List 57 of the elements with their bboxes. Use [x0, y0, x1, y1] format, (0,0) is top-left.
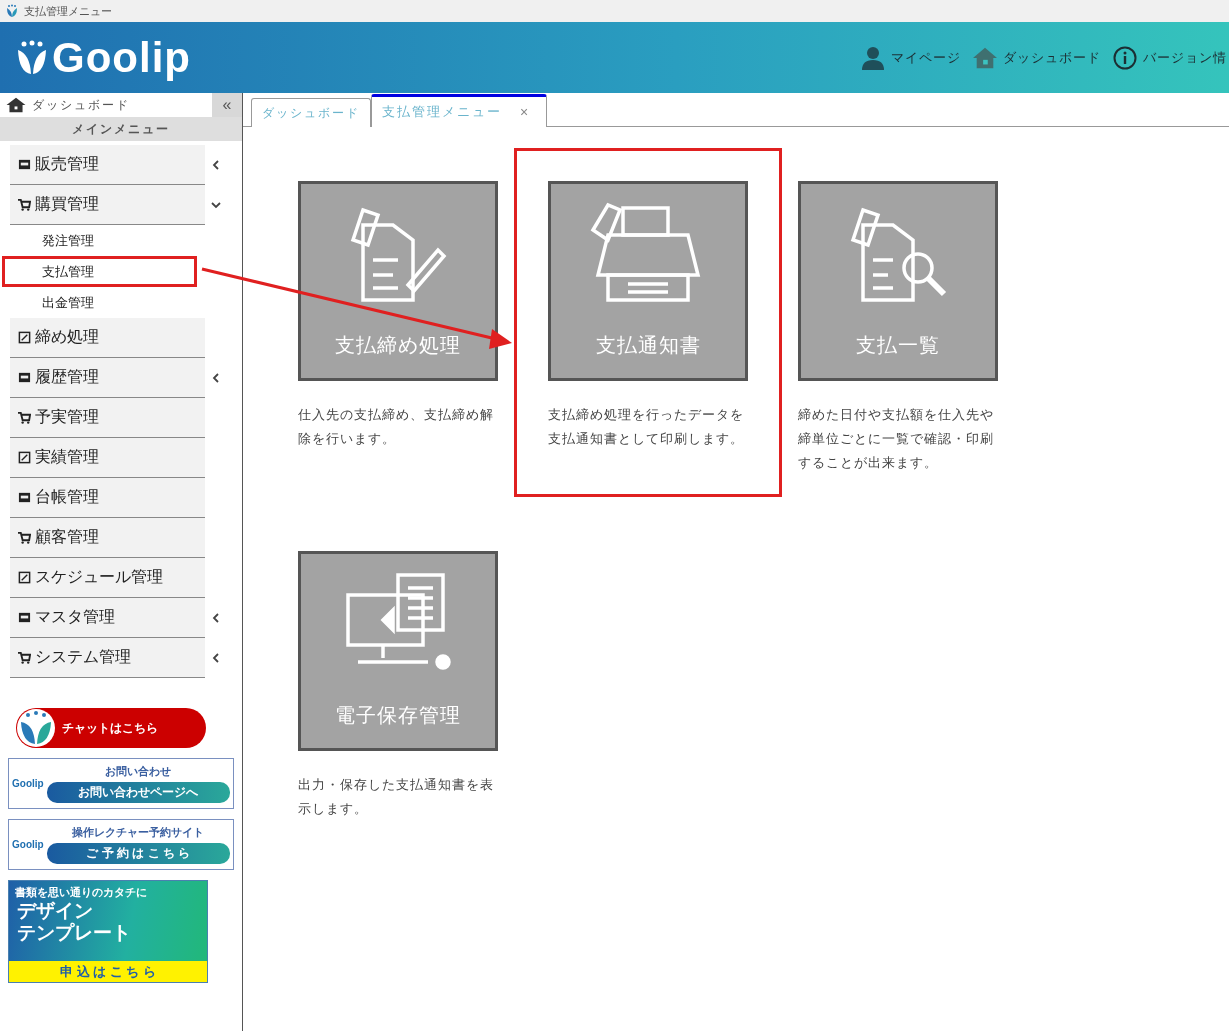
banner-tagline: 書類を思い通りのカタチに — [14, 885, 148, 900]
tile-description: 出力・保存した支払通知書を表示します。 — [298, 776, 495, 818]
menu-item[interactable]: 販売管理 — [10, 145, 205, 185]
menu-item[interactable]: 購買管理 — [10, 185, 205, 225]
banner-link-button[interactable]: ご 予 約 は こ ち ら — [46, 843, 230, 864]
menu-item[interactable]: 顧客管理 — [10, 518, 205, 558]
close-icon[interactable]: × — [520, 104, 531, 120]
menu-item[interactable]: スケジュール管理 — [10, 558, 205, 598]
submenu-item[interactable]: 発注管理 — [2, 225, 197, 256]
menu-icon — [18, 571, 31, 584]
header-link[interactable]: マイページ — [861, 45, 961, 70]
menu-item[interactable]: 予実管理 — [10, 398, 205, 438]
banner-link-button[interactable]: お問い合わせページへ — [46, 782, 230, 803]
banner-title: 操作レクチャー予約サイト — [72, 825, 205, 840]
banner-title: お問い合わせ — [105, 764, 172, 779]
tab[interactable]: 支払管理メニュー × — [371, 94, 548, 127]
tile-description: 仕入先の支払締め、支払締め解除を行います。 — [298, 406, 495, 448]
header-link[interactable]: バージョン情 — [1113, 45, 1227, 70]
submenu-item[interactable]: 支払管理 — [2, 256, 197, 287]
header-link[interactable]: ダッシュボード — [973, 45, 1101, 70]
tile-description: 支払締め処理を行ったデータを支払通知書として印刷します。 — [548, 406, 745, 448]
window-title: 支払管理メニュー — [24, 3, 112, 19]
logo-icon — [16, 708, 56, 748]
menu-icon — [18, 611, 31, 624]
apply-button[interactable]: 申 込 は こ ち ら — [9, 961, 207, 982]
banner-title: デザイン — [16, 900, 94, 922]
info-icon — [1113, 45, 1137, 70]
dashboard-link[interactable]: ダッシュボード — [6, 96, 130, 114]
menu-item[interactable]: 実績管理 — [10, 438, 205, 478]
chat-button[interactable]: チャットはこちら — [16, 708, 206, 748]
menu-icon — [18, 491, 31, 504]
banner-title: テンプレート — [16, 922, 132, 944]
menu-icon — [18, 158, 31, 171]
logo-icon — [16, 39, 48, 76]
menu-icon — [18, 371, 31, 384]
home-icon — [6, 97, 26, 113]
submenu-item[interactable]: 出金管理 — [2, 287, 197, 318]
logo-text: Goolip — [52, 33, 191, 82]
menu-icon — [18, 451, 31, 464]
menu-icon — [18, 531, 31, 544]
section-header: メインメニュー — [0, 117, 242, 141]
collapse-button[interactable]: « — [212, 93, 242, 117]
user-icon — [861, 45, 885, 70]
menu-icon — [18, 411, 31, 424]
menu-item[interactable]: 台帳管理 — [10, 478, 205, 518]
menu-item[interactable]: システム管理 — [10, 638, 205, 678]
menu-icon — [18, 331, 31, 344]
tile-description: 締めた日付や支払額を仕入先や締単位ごとに一覧で確認・印刷することが出来ます。 — [798, 406, 995, 472]
menu-item[interactable]: 締め処理 — [10, 318, 205, 358]
brand-logo-text: Goolip — [12, 778, 44, 789]
menu-item[interactable]: マスタ管理 — [10, 598, 205, 638]
menu-item[interactable]: 履歴管理 — [10, 358, 205, 398]
app-icon — [6, 4, 18, 18]
menu-icon — [18, 651, 31, 664]
brand-logo-text: Goolip — [12, 839, 44, 850]
home-icon — [973, 45, 997, 70]
menu-icon — [18, 198, 31, 211]
